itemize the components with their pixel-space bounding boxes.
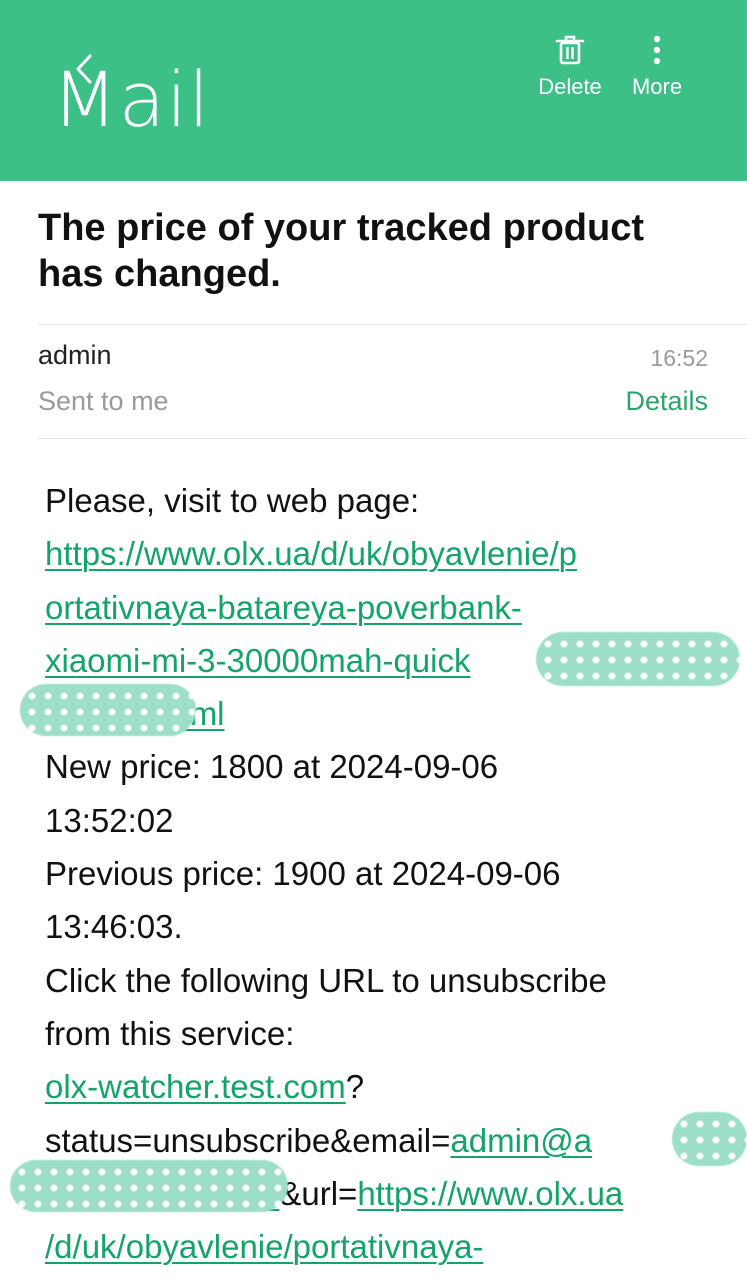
- unsub-suffix: ?: [345, 1068, 365, 1106]
- url-link-line: /d/uk/obyavlenie/portativnaya-: [45, 1220, 725, 1273]
- url-link[interactable]: https://www.olx.ua: [357, 1175, 623, 1212]
- new-price-time: 13:52:02: [45, 801, 174, 839]
- redaction-mark: [536, 632, 740, 686]
- email-body: Please, visit to web page: https://www.o…: [45, 474, 725, 1273]
- unsubscribe-text: Click the following URL to unsubscribe: [45, 961, 607, 999]
- divider: [38, 438, 747, 439]
- redaction-mark: [20, 684, 196, 736]
- product-link[interactable]: ortativnaya-batareya-poverbank-: [45, 589, 522, 626]
- more-button[interactable]: More: [612, 30, 702, 100]
- status-line: status=unsubscribe&email=admin@a: [45, 1114, 725, 1167]
- trash-icon: [555, 35, 585, 65]
- product-link-line[interactable]: https://www.olx.ua/d/uk/obyavlenie/p: [45, 527, 725, 580]
- redaction-mark: [10, 1160, 288, 1212]
- email-subject: The price of your tracked product has ch…: [38, 207, 644, 295]
- email-link[interactable]: admin@a: [450, 1122, 592, 1159]
- more-label: More: [631, 74, 683, 99]
- details-link[interactable]: Details: [625, 386, 708, 417]
- app-header: Mail Delete More: [0, 0, 747, 181]
- previous-price-line: Previous price: 1900 at 2024-09-06: [45, 855, 561, 893]
- url-link[interactable]: /d/uk/obyavlenie/portativnaya-: [45, 1228, 483, 1265]
- unsubscribe-text: from this service:: [45, 1014, 295, 1052]
- divider: [38, 324, 747, 325]
- body-intro: Please, visit to web page:: [45, 482, 420, 519]
- delete-label: Delete: [538, 74, 602, 99]
- sender-name: admin: [38, 340, 112, 370]
- app-title: Mail: [52, 55, 211, 144]
- more-vertical-icon: [653, 35, 661, 65]
- timestamp: 16:52: [650, 345, 708, 371]
- previous-price-time: 13:46:03.: [45, 908, 183, 946]
- url-param: &url=: [279, 1174, 358, 1212]
- unsubscribe-link[interactable]: olx-watcher.test.com: [45, 1068, 346, 1105]
- recipient-label: Sent to me: [38, 386, 169, 416]
- status-text: status=unsubscribe&email=: [45, 1121, 451, 1159]
- product-link[interactable]: xiaomi-mi-3-30000mah-quick: [45, 642, 471, 679]
- delete-button[interactable]: Delete: [525, 30, 615, 100]
- new-price-line: New price: 1800 at 2024-09-06: [45, 748, 499, 786]
- unsubscribe-line: olx-watcher.test.com?: [45, 1060, 725, 1113]
- product-link[interactable]: https://www.olx.ua/d/uk/obyavlenie/p: [45, 535, 577, 572]
- redaction-mark: [672, 1112, 747, 1166]
- product-link-line[interactable]: ortativnaya-batareya-poverbank-: [45, 581, 725, 634]
